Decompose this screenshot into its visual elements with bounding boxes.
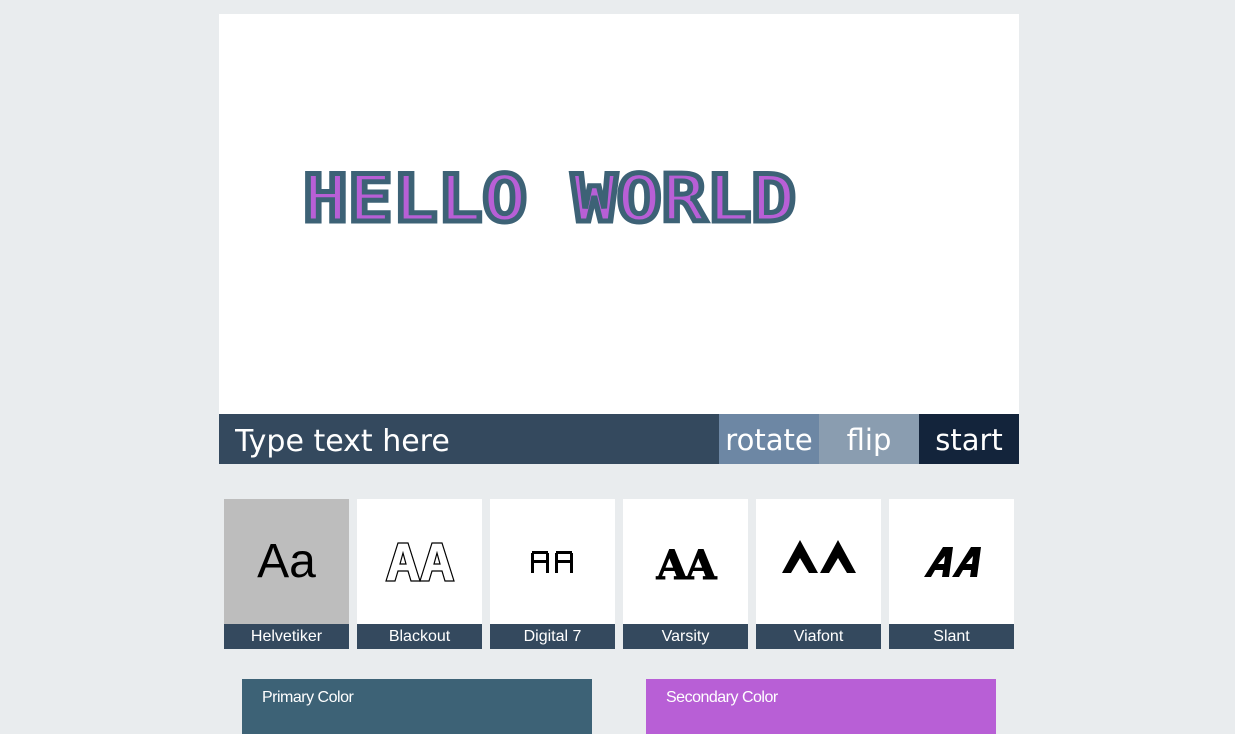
secondary-color-label: Secondary Color <box>666 689 778 706</box>
start-button[interactable]: start <box>919 414 1019 464</box>
primary-color-picker[interactable]: Primary Color <box>242 679 592 734</box>
font-tile-blackout[interactable]: Blackout <box>357 499 482 649</box>
text-input[interactable] <box>219 414 719 464</box>
font-tile-varsity[interactable]: AA Varsity <box>623 499 748 649</box>
font-tile-helvetiker[interactable]: Aa Helvetiker <box>224 499 349 649</box>
varsity-preview-icon: AA <box>623 499 748 624</box>
font-label: Helvetiker <box>224 624 349 649</box>
font-tile-viafont[interactable]: Viafont <box>756 499 881 649</box>
varsity-preview-text: AA <box>656 542 717 590</box>
rotate-button[interactable]: rotate <box>719 414 819 464</box>
text-preview-canvas[interactable]: HELLO WORLD <box>219 14 1019 414</box>
font-label: Digital 7 <box>490 624 615 649</box>
hello-world-3d-text: HELLO WORLD <box>301 160 799 240</box>
font-label: Viafont <box>756 624 881 649</box>
font-label: Slant <box>889 624 1014 649</box>
slant-preview-icon <box>889 499 1014 624</box>
blackout-preview-icon <box>357 499 482 624</box>
font-label: Varsity <box>623 624 748 649</box>
font-label: Blackout <box>357 624 482 649</box>
viafont-preview-icon <box>756 499 881 624</box>
preview-text: HELLO WORLD <box>303 162 796 237</box>
primary-color-label: Primary Color <box>262 689 354 706</box>
secondary-color-picker[interactable]: Secondary Color <box>646 679 996 734</box>
flip-button[interactable]: flip <box>819 414 919 464</box>
helvetiker-preview-text: Aa <box>257 535 316 588</box>
control-toolbar: rotate flip start <box>219 414 1019 464</box>
helvetiker-preview-icon: Aa <box>224 499 349 624</box>
digital7-preview-icon <box>490 499 615 624</box>
font-tile-slant[interactable]: Slant <box>889 499 1014 649</box>
font-tile-digital-7[interactable]: Digital 7 <box>490 499 615 649</box>
